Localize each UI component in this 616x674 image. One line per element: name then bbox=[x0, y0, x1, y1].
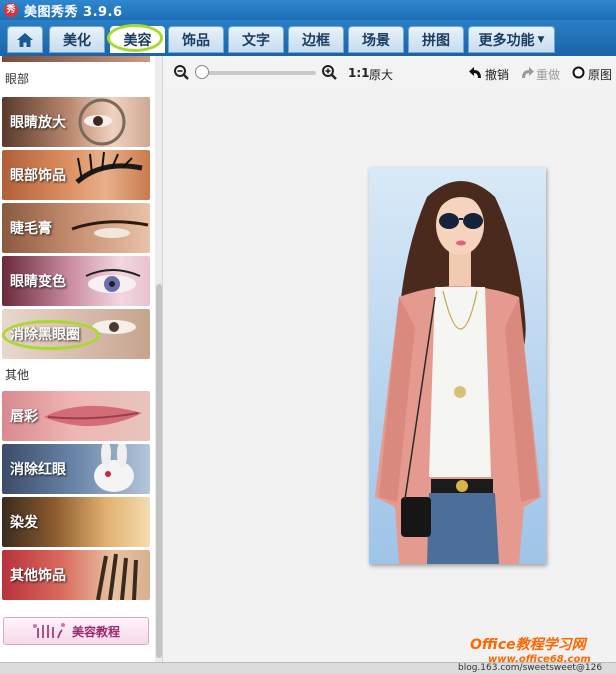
section-title-other: 其他 bbox=[5, 368, 30, 382]
tab-scenes[interactable]: 场景 bbox=[348, 26, 404, 53]
canvas-toolbar: 1:1 原大 撤销 重做 原图 bbox=[164, 56, 616, 90]
section-title-eyes: 眼部 bbox=[5, 72, 30, 86]
item-label: 眼部饰品 bbox=[10, 168, 66, 184]
original-image-radio-icon[interactable] bbox=[572, 66, 585, 79]
watermark-title: Office教程学习网 bbox=[470, 637, 586, 653]
main-tab-bar: 美化 美容 饰品 文字 边框 场景 拼图 更多功能 ▼ bbox=[0, 20, 616, 56]
item-remove-red-eye[interactable]: 消除红眼 bbox=[2, 444, 150, 494]
zoom-out-icon[interactable] bbox=[174, 65, 189, 80]
zoom-slider-track[interactable] bbox=[201, 71, 316, 75]
undo-button[interactable]: 撤销 bbox=[485, 66, 509, 83]
redo-icon[interactable] bbox=[520, 66, 534, 79]
item-label: 眼睛变色 bbox=[10, 274, 66, 290]
redo-button[interactable]: 重做 bbox=[536, 66, 560, 83]
scrollbar-thumb[interactable] bbox=[156, 284, 162, 658]
tab-beauty[interactable]: 美容 bbox=[110, 26, 165, 53]
item-other-accessories[interactable]: 其他饰品 bbox=[2, 550, 150, 600]
item-label: 眼睛放大 bbox=[10, 115, 66, 131]
undo-icon[interactable] bbox=[469, 66, 483, 79]
item-label: 其他饰品 bbox=[10, 568, 66, 584]
edited-photo[interactable] bbox=[369, 167, 546, 564]
item-lip-gloss[interactable]: 唇彩 bbox=[2, 391, 150, 441]
tab-text[interactable]: 文字 bbox=[228, 26, 284, 53]
original-image-button[interactable]: 原图 bbox=[588, 66, 612, 83]
item-remove-dark-circles[interactable]: 消除黑眼圈 bbox=[2, 309, 150, 359]
tab-home[interactable] bbox=[7, 26, 43, 53]
tab-label: 拼图 bbox=[422, 32, 450, 49]
beauty-function-panel: 眼部 眼睛放大 眼部饰品 睫毛膏 眼睛变色 消除黑眼圈 其他 唇彩 消除红眼 染… bbox=[0, 56, 163, 662]
status-bar: blog.163.com/sweetsweet@126 bbox=[0, 662, 616, 674]
item-hair-dye[interactable]: 染发 bbox=[2, 497, 150, 547]
beauty-tutorial-button[interactable]: 美容教程 bbox=[3, 617, 149, 645]
app-title: 美图秀秀 3.9.6 bbox=[24, 4, 123, 20]
dropdown-caret-icon: ▼ bbox=[537, 34, 545, 45]
canvas-area bbox=[164, 90, 616, 662]
woman-portrait-image bbox=[369, 167, 546, 564]
tutorial-label: 美容教程 bbox=[71, 624, 120, 639]
hand-icon bbox=[32, 623, 65, 639]
tab-accessories[interactable]: 饰品 bbox=[168, 26, 224, 53]
actual-size-ratio[interactable]: 1:1 bbox=[348, 66, 370, 80]
tab-label: 文字 bbox=[242, 32, 270, 49]
panel-scrollbar[interactable] bbox=[155, 56, 162, 662]
tab-label: 美容 bbox=[123, 32, 152, 49]
item-eye-color[interactable]: 眼睛变色 bbox=[2, 256, 150, 306]
original-size-button[interactable]: 原大 bbox=[369, 66, 393, 83]
item-label: 唇彩 bbox=[10, 409, 38, 425]
zoom-slider-knob[interactable] bbox=[195, 65, 209, 79]
tab-label: 美化 bbox=[63, 32, 91, 49]
item-label: 消除黑眼圈 bbox=[10, 327, 80, 343]
title-bar: 秀 美图秀秀 3.9.6 bbox=[0, 0, 616, 20]
app-logo-icon: 秀 bbox=[4, 3, 18, 17]
site-watermark: Office教程学习网 www.office68.com bbox=[470, 634, 591, 665]
zoom-in-icon[interactable] bbox=[322, 65, 337, 80]
item-eye-accessories[interactable]: 眼部饰品 bbox=[2, 150, 150, 200]
tab-label: 边框 bbox=[302, 32, 330, 49]
status-text: blog.163.com/sweetsweet@126 bbox=[458, 663, 603, 673]
item-label: 消除红眼 bbox=[10, 462, 66, 478]
tab-label: 场景 bbox=[362, 32, 390, 49]
tab-collage[interactable]: 拼图 bbox=[408, 26, 464, 53]
home-icon bbox=[17, 32, 33, 47]
item-mascara[interactable]: 睫毛膏 bbox=[2, 203, 150, 253]
tab-more-features[interactable]: 更多功能 ▼ bbox=[468, 26, 555, 53]
tab-frames[interactable]: 边框 bbox=[288, 26, 344, 53]
item-label: 睫毛膏 bbox=[10, 221, 52, 237]
item-enlarge-eyes[interactable]: 眼睛放大 bbox=[2, 97, 150, 147]
tab-label: 饰品 bbox=[182, 32, 210, 49]
previous-item-edge bbox=[2, 56, 150, 62]
app-window: 秀 美图秀秀 3.9.6 美化 美容 饰品 文字 边框 场景 拼图 更多功能 ▼ … bbox=[0, 0, 616, 674]
tab-beautify[interactable]: 美化 bbox=[49, 26, 105, 53]
tab-label: 更多功能 bbox=[478, 32, 535, 49]
item-label: 染发 bbox=[10, 515, 38, 531]
